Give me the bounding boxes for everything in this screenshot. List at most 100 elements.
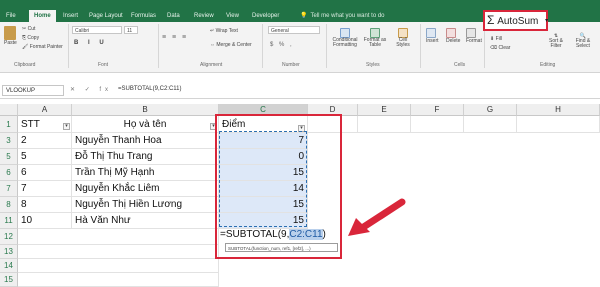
column-header-c[interactable]: C xyxy=(219,104,308,116)
tab-review[interactable]: Review xyxy=(194,10,214,22)
cell-score[interactable]: 15 xyxy=(219,165,308,181)
cell-name[interactable]: Trần Thị Mỹ Hạnh xyxy=(72,165,219,181)
merge-icon: ⇔ xyxy=(210,42,215,48)
tab-developer[interactable]: Developer xyxy=(252,10,279,22)
cell-e1[interactable] xyxy=(358,116,411,133)
cell-stt[interactable]: 8 xyxy=(18,197,72,213)
cell-score[interactable]: 14 xyxy=(219,181,308,197)
copy-label: Copy xyxy=(27,35,40,41)
cell-name[interactable]: Nguyễn Thanh Hoa xyxy=(72,133,219,149)
cell-stt[interactable]: 5 xyxy=(18,149,72,165)
column-header-b[interactable]: B xyxy=(72,104,219,116)
find-select-button[interactable]: 🔍 Find & Select xyxy=(570,34,596,49)
tab-data[interactable]: Data xyxy=(167,10,180,22)
empty-cell[interactable] xyxy=(18,229,219,245)
filter-dropdown-c[interactable]: ▾ xyxy=(298,125,305,132)
cell-score[interactable]: 15 xyxy=(219,213,308,229)
paste-label: Paste xyxy=(4,40,17,46)
cell-name[interactable]: Nguyễn Khắc Liêm xyxy=(72,181,219,197)
header-stt: STT xyxy=(21,119,40,130)
format-painter-button[interactable]: 🖌 Format Painter xyxy=(22,44,63,50)
cut-button[interactable]: ✂ Cut xyxy=(22,26,35,32)
column-header-h[interactable]: H xyxy=(517,104,600,116)
tab-insert[interactable]: Insert xyxy=(63,10,78,22)
select-all-corner[interactable] xyxy=(0,104,18,116)
cell-score[interactable]: 7 xyxy=(219,133,308,149)
formula-range: C2:C11 xyxy=(289,229,323,240)
tab-home[interactable]: Home xyxy=(29,10,56,22)
align-buttons[interactable]: ≡ ≡ ≡ xyxy=(162,34,188,41)
chevron-down-icon[interactable]: ▾ xyxy=(545,18,548,24)
filter-dropdown-a[interactable]: ▾ xyxy=(63,123,70,130)
format-as-table-button[interactable]: Format as Table xyxy=(362,28,388,48)
sort-filter-button[interactable]: ⇅ Sort & Filter xyxy=(544,34,568,49)
paste-button[interactable]: Paste xyxy=(4,26,17,46)
row-header[interactable]: 13 xyxy=(0,245,18,259)
row-header[interactable]: 6 xyxy=(0,165,18,181)
row-header[interactable]: 3 xyxy=(0,133,18,149)
header-name: Họ và tên xyxy=(123,119,167,130)
column-header-e[interactable]: E xyxy=(358,104,411,116)
cell-name[interactable]: Nguyễn Thị Hiền Lương xyxy=(72,197,219,213)
row-header[interactable]: 11 xyxy=(0,213,18,229)
insert-cells-button[interactable]: Insert xyxy=(426,28,439,44)
cell-d1[interactable] xyxy=(308,116,358,133)
autosum-button[interactable]: Σ AutoSum ▾ xyxy=(487,13,548,27)
font-size-select[interactable]: 11 xyxy=(124,26,138,34)
wrap-text-button[interactable]: ↵ Wrap Text xyxy=(210,28,238,34)
empty-cell[interactable] xyxy=(18,245,219,259)
formula-action-icons[interactable]: ✕ ✓ fx xyxy=(70,86,112,93)
tab-formulas[interactable]: Formulas xyxy=(131,10,156,22)
number-format-select[interactable]: General xyxy=(268,26,320,34)
tab-view[interactable]: View xyxy=(226,10,239,22)
cell-name[interactable]: Hà Văn Như xyxy=(72,213,219,229)
conditional-formatting-button[interactable]: Conditional Formatting xyxy=(332,28,358,48)
format-cells-button[interactable]: Format xyxy=(466,28,482,44)
filter-dropdown-b[interactable]: ▾ xyxy=(210,123,217,130)
fill-button[interactable]: ⬇ Fill xyxy=(490,36,502,42)
tab-page-layout[interactable]: Page Layout xyxy=(89,10,123,22)
column-header-f[interactable]: F xyxy=(411,104,464,116)
cell-b1[interactable]: Họ và tên xyxy=(72,116,219,133)
row-header[interactable]: 14 xyxy=(0,259,18,273)
column-header-d[interactable]: D xyxy=(308,104,358,116)
cell-g1[interactable] xyxy=(464,116,517,133)
cell-stt[interactable]: 2 xyxy=(18,133,72,149)
cell-stt[interactable]: 6 xyxy=(18,165,72,181)
cell-stt[interactable]: 10 xyxy=(18,213,72,229)
row-header[interactable]: 15 xyxy=(0,273,18,287)
cell-name[interactable]: Đỗ Thị Thu Trang xyxy=(72,149,219,165)
merge-center-button[interactable]: ⇔ Merge & Center xyxy=(210,42,252,48)
row-header[interactable]: 5 xyxy=(0,149,18,165)
font-format-buttons[interactable]: B I U xyxy=(74,40,108,46)
font-name-select[interactable]: Calibri xyxy=(72,26,122,34)
sigma-icon: Σ xyxy=(487,13,495,27)
number-buttons[interactable]: $ % , xyxy=(270,42,294,48)
copy-button[interactable]: ⎘ Copy xyxy=(22,35,39,41)
column-header-g[interactable]: G xyxy=(464,104,517,116)
row-header[interactable]: 1 xyxy=(0,116,18,133)
column-header-a[interactable]: A xyxy=(18,104,72,116)
empty-cell[interactable] xyxy=(18,259,219,273)
row-header[interactable]: 7 xyxy=(0,181,18,197)
cell-stt[interactable]: 7 xyxy=(18,181,72,197)
formula-edit-cell[interactable]: =SUBTOTAL(9,C2:C11) xyxy=(220,228,326,242)
tell-me-box[interactable]: 💡 Tell me what you want to do xyxy=(300,10,385,22)
conditional-formatting-label: Conditional Formatting xyxy=(332,37,358,48)
ribbon-divider xyxy=(158,24,159,68)
clear-button[interactable]: ⌫ Clear xyxy=(490,45,510,51)
cell-c1[interactable]: Điểm xyxy=(219,116,308,133)
name-box[interactable]: VLOOKUP xyxy=(2,85,64,96)
tab-file[interactable]: File xyxy=(6,10,16,22)
cell-score[interactable]: 15 xyxy=(219,197,308,213)
delete-label: Delete xyxy=(446,38,461,44)
row-header[interactable]: 12 xyxy=(0,229,18,245)
cell-f1[interactable] xyxy=(411,116,464,133)
delete-cells-button[interactable]: Delete xyxy=(446,28,460,44)
cell-styles-button[interactable]: Cell Styles xyxy=(392,28,414,48)
cell-h1[interactable] xyxy=(517,116,600,133)
cell-score[interactable]: 0 xyxy=(219,149,308,165)
empty-cell[interactable] xyxy=(18,273,219,287)
row-header[interactable]: 8 xyxy=(0,197,18,213)
formula-input[interactable]: =SUBTOTAL(9,C2:C11) xyxy=(118,86,182,92)
